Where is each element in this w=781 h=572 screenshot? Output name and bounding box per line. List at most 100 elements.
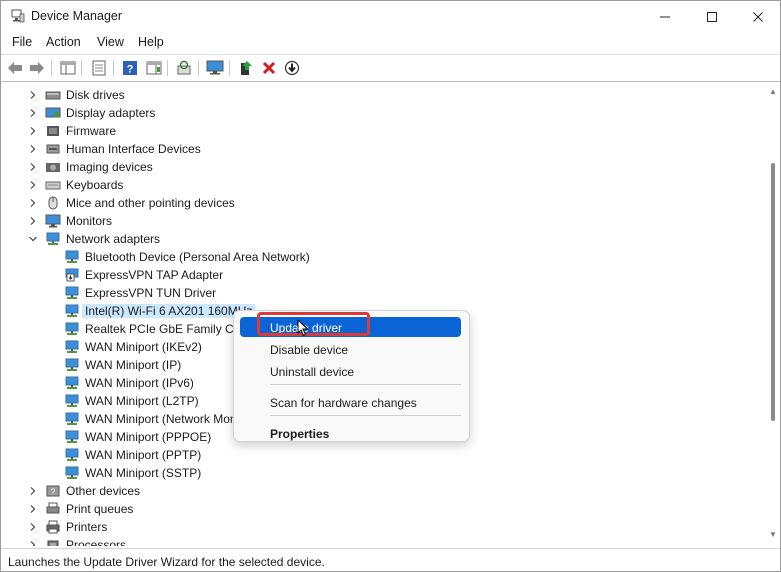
maximize-button[interactable]	[689, 1, 735, 32]
menu-help[interactable]: Help	[138, 35, 164, 49]
update-driver-button[interactable]	[237, 59, 255, 77]
tree-item-label: Mice and other pointing devices	[66, 196, 235, 210]
menu-item-uninstall-device[interactable]: Uninstall device	[240, 361, 461, 381]
device-manager-icon	[11, 9, 25, 23]
vertical-scrollbar[interactable]: ▲ ▼	[767, 83, 780, 546]
scan-hardware-button[interactable]	[175, 59, 193, 77]
chevron-right-icon[interactable]	[28, 90, 38, 100]
menu-item-properties[interactable]: Properties	[240, 423, 461, 443]
chevron-right-icon[interactable]	[28, 180, 38, 190]
menu-item-label: Uninstall device	[270, 365, 355, 379]
tree-item-label: WAN Miniport (IPv6)	[85, 376, 194, 390]
chevron-right-icon[interactable]	[28, 198, 38, 208]
properties-button[interactable]	[90, 59, 108, 77]
tree-item-label: Keyboards	[66, 178, 124, 192]
tree-category[interactable]: Display adapters	[2, 104, 762, 122]
tree-item-label: Imaging devices	[66, 160, 153, 174]
display-adapter-icon	[45, 106, 61, 120]
tree-device[interactable]: WAN Miniport (SSTP)	[2, 464, 762, 482]
tree-device[interactable]: WAN Miniport (PPTP)	[2, 446, 762, 464]
network-icon	[64, 358, 80, 372]
toolbar: ?	[1, 54, 780, 82]
menu-file[interactable]: File	[12, 35, 32, 49]
help-icon: ?	[123, 61, 137, 76]
back-button[interactable]	[6, 59, 24, 77]
chevron-down-icon[interactable]	[28, 234, 38, 244]
menu-view[interactable]: View	[97, 35, 124, 49]
menu-item-label: Properties	[270, 427, 330, 441]
network-icon	[64, 286, 80, 300]
highlight-callout	[257, 312, 370, 336]
mouse-cursor-icon	[297, 319, 309, 337]
chevron-right-icon[interactable]	[28, 144, 38, 154]
tree-item-label: WAN Miniport (PPTP)	[85, 448, 202, 462]
network-icon	[64, 250, 80, 264]
tree-item-label: Print queues	[66, 502, 134, 516]
menu-item-scan-hardware[interactable]: Scan for hardware changes	[240, 392, 461, 412]
tree-category[interactable]: Printers	[2, 518, 762, 536]
tree-category[interactable]: Disk drives	[2, 86, 762, 104]
toolbar-separator	[198, 60, 199, 76]
action-pane-button[interactable]	[145, 59, 163, 77]
forward-button[interactable]	[28, 59, 46, 77]
toolbar-separator	[81, 60, 82, 76]
network-icon	[64, 340, 80, 354]
scan-hardware-icon	[177, 60, 191, 75]
menu-separator	[270, 384, 461, 385]
tree-category[interactable]: Firmware	[2, 122, 762, 140]
hid-icon	[45, 142, 61, 156]
tree-category[interactable]: ? Other devices	[2, 482, 762, 500]
tree-device[interactable]: ExpressVPN TUN Driver	[2, 284, 762, 302]
forward-icon	[30, 62, 44, 74]
scroll-up-icon[interactable]: ▲	[769, 87, 777, 96]
uninstall-button[interactable]	[260, 59, 278, 77]
svg-text:?: ?	[51, 488, 56, 497]
minimize-button[interactable]	[642, 1, 688, 32]
help-button[interactable]: ?	[121, 59, 139, 77]
tree-item-label: WAN Miniport (Network Monitor)	[85, 412, 258, 426]
tree-category[interactable]: Human Interface Devices	[2, 140, 762, 158]
uninstall-icon	[262, 61, 276, 75]
tree-category[interactable]: Processors	[2, 536, 762, 546]
chevron-right-icon[interactable]	[28, 504, 38, 514]
chevron-right-icon[interactable]	[28, 486, 38, 496]
tree-category[interactable]: Keyboards	[2, 176, 762, 194]
disable-button[interactable]	[283, 59, 301, 77]
chevron-right-icon[interactable]	[28, 162, 38, 172]
tree-category-network-adapters[interactable]: Network adapters	[2, 230, 762, 248]
chevron-right-icon[interactable]	[28, 126, 38, 136]
tree-device[interactable]: Bluetooth Device (Personal Area Network)	[2, 248, 762, 266]
network-icon	[64, 322, 80, 336]
close-button[interactable]	[735, 1, 781, 32]
toolbar-separator	[167, 60, 168, 76]
network-icon	[45, 232, 61, 246]
tree-device[interactable]: ExpressVPN TAP Adapter	[2, 266, 762, 284]
monitor-button[interactable]	[206, 59, 224, 77]
menu-action[interactable]: Action	[46, 35, 81, 49]
tree-item-label: ExpressVPN TUN Driver	[85, 286, 217, 300]
scroll-down-icon[interactable]: ▼	[769, 530, 777, 539]
mouse-icon	[45, 196, 61, 210]
tree-category[interactable]: Print queues	[2, 500, 762, 518]
tree-item-label: WAN Miniport (IKEv2)	[85, 340, 202, 354]
tree-category[interactable]: Imaging devices	[2, 158, 762, 176]
chevron-right-icon[interactable]	[28, 108, 38, 118]
window-title: Device Manager	[31, 9, 123, 23]
chevron-right-icon[interactable]	[28, 540, 38, 546]
scrollbar-thumb[interactable]	[771, 163, 775, 421]
tree-item-label: WAN Miniport (PPPOE)	[85, 430, 212, 444]
chevron-right-icon[interactable]	[28, 522, 38, 532]
chevron-right-icon[interactable]	[28, 216, 38, 226]
toolbar-separator	[51, 60, 52, 76]
keyboard-icon	[45, 178, 61, 192]
menu-item-disable-device[interactable]: Disable device	[240, 339, 461, 359]
show-hide-console-tree-button[interactable]	[59, 59, 77, 77]
tree-category[interactable]: Mice and other pointing devices	[2, 194, 762, 212]
tree-category[interactable]: Monitors	[2, 212, 762, 230]
firmware-icon	[45, 124, 61, 138]
monitor-icon	[206, 60, 224, 75]
minimize-icon	[660, 16, 670, 17]
network-icon	[64, 376, 80, 390]
title-bar[interactable]: Device Manager	[1, 1, 780, 32]
monitor-icon	[45, 214, 61, 228]
